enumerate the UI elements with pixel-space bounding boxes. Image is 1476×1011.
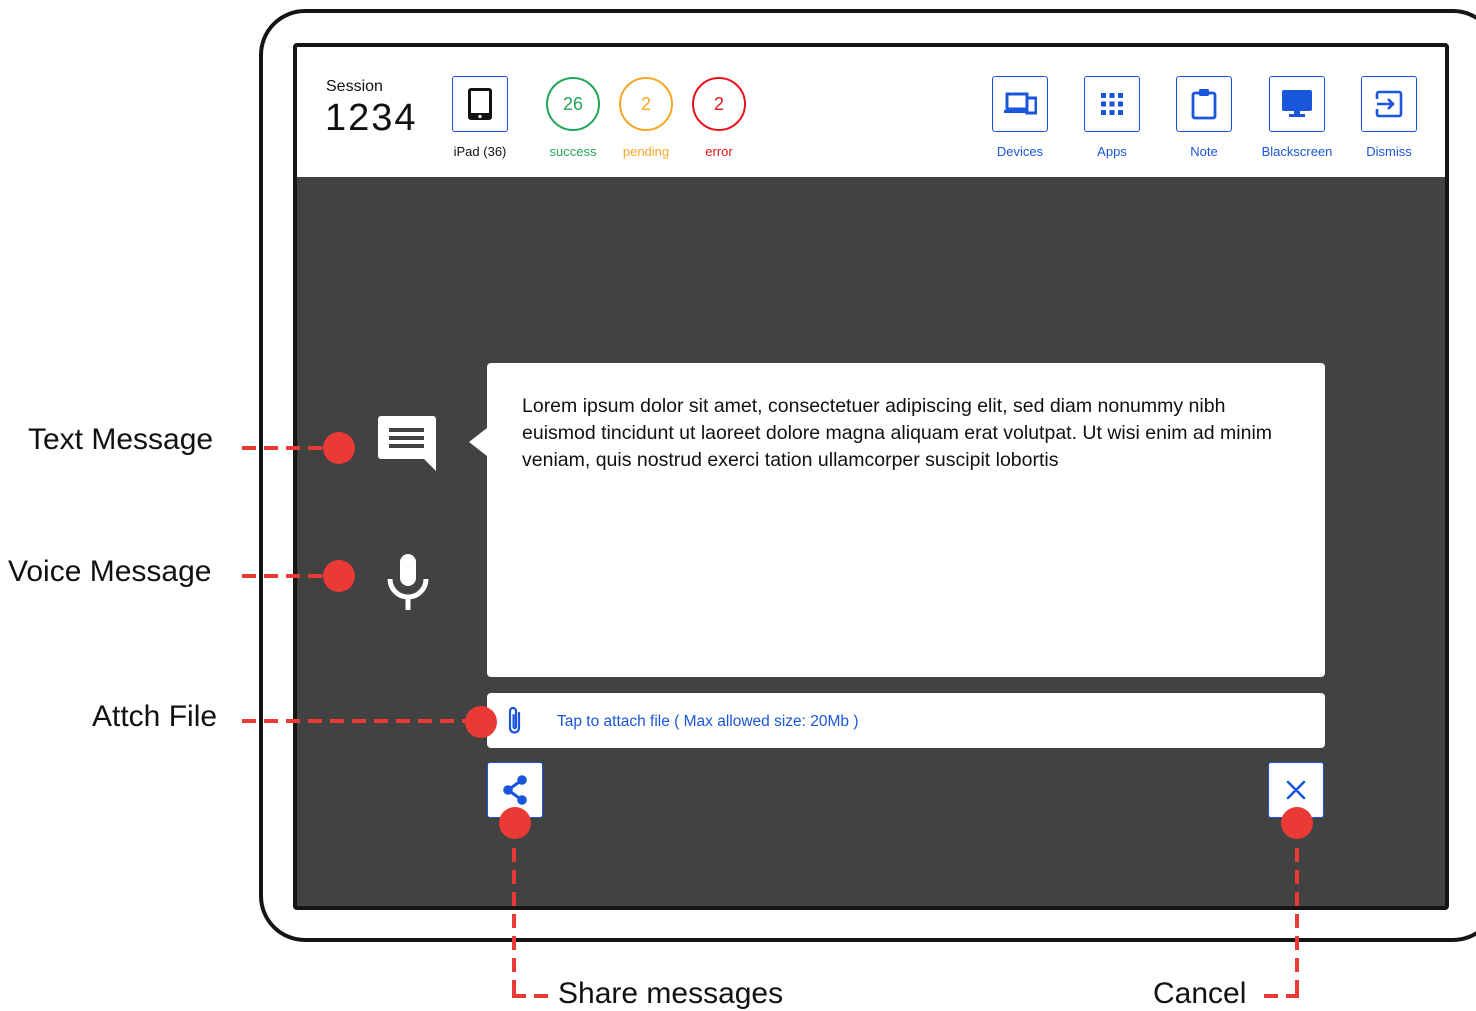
annotation-dot-text <box>323 432 355 464</box>
annotation-voice-message: Voice Message <box>8 555 212 588</box>
error-label: error <box>705 144 733 159</box>
session-number: 1234 <box>325 97 418 139</box>
annotation-line-cancel-v <box>1295 848 1299 998</box>
devices-icon <box>1004 92 1037 115</box>
success-count: 26 <box>546 77 600 131</box>
note-label: Note <box>1190 144 1218 159</box>
exit-icon <box>1375 90 1403 118</box>
annotation-dot-voice <box>323 560 355 592</box>
annotation-dot-share <box>499 807 531 839</box>
message-pointer <box>469 428 487 456</box>
apps-button[interactable] <box>1084 76 1140 132</box>
session-header: Session 1234 iPad (36) 26 success 2 pend… <box>297 47 1445 177</box>
device-tile[interactable] <box>452 76 508 132</box>
apps-label: Apps <box>1097 144 1127 159</box>
annotation-dot-cancel <box>1281 807 1313 839</box>
message-text[interactable]: Lorem ipsum dolor sit amet, consectetuer… <box>522 393 1302 474</box>
dismiss-button[interactable] <box>1361 76 1417 132</box>
voice-message-button[interactable] <box>385 552 431 612</box>
devices-button[interactable] <box>992 76 1048 132</box>
paperclip-icon <box>508 706 521 734</box>
annotation-cancel: Cancel <box>1153 977 1247 1010</box>
microphone-icon <box>387 554 429 610</box>
annotation-line-share-v <box>512 848 516 998</box>
attach-hint: Tap to attach file ( Max allowed size: 2… <box>557 713 859 730</box>
close-icon <box>1286 780 1306 800</box>
share-icon <box>503 775 527 805</box>
device-caption: iPad (36) <box>453 144 507 159</box>
note-button[interactable] <box>1176 76 1232 132</box>
tablet-icon <box>468 88 492 120</box>
annotation-dot-attach <box>465 706 497 738</box>
chat-bubble-icon <box>378 416 436 471</box>
session-label: Session <box>326 78 383 95</box>
annotation-line-share-h <box>512 994 552 998</box>
blackscreen-button[interactable] <box>1269 76 1325 132</box>
annotation-line-voice <box>242 574 326 578</box>
pending-count: 2 <box>619 77 673 131</box>
text-message-button[interactable] <box>377 413 439 475</box>
attach-file-bar[interactable]: Tap to attach file ( Max allowed size: 2… <box>487 693 1325 748</box>
clipboard-icon <box>1191 89 1217 120</box>
annotation-share-messages: Share messages <box>558 977 784 1010</box>
dismiss-label: Dismiss <box>1366 144 1412 159</box>
devices-label: Devices <box>996 144 1044 159</box>
apps-grid-icon <box>1101 93 1123 115</box>
message-box[interactable]: Lorem ipsum dolor sit amet, consectetuer… <box>487 363 1325 677</box>
annotation-attach-file: Attch File <box>92 700 218 733</box>
annotation-line-cancel-h <box>1264 994 1299 998</box>
annotation-line-attach <box>242 719 468 723</box>
monitor-icon <box>1282 90 1312 117</box>
annotation-line-text <box>242 446 326 450</box>
ipad-screen: Session 1234 iPad (36) 26 success 2 pend… <box>293 43 1449 910</box>
blackscreen-label: Blackscreen <box>1261 144 1333 159</box>
error-count: 2 <box>692 77 746 131</box>
annotation-text-message: Text Message <box>28 423 214 456</box>
